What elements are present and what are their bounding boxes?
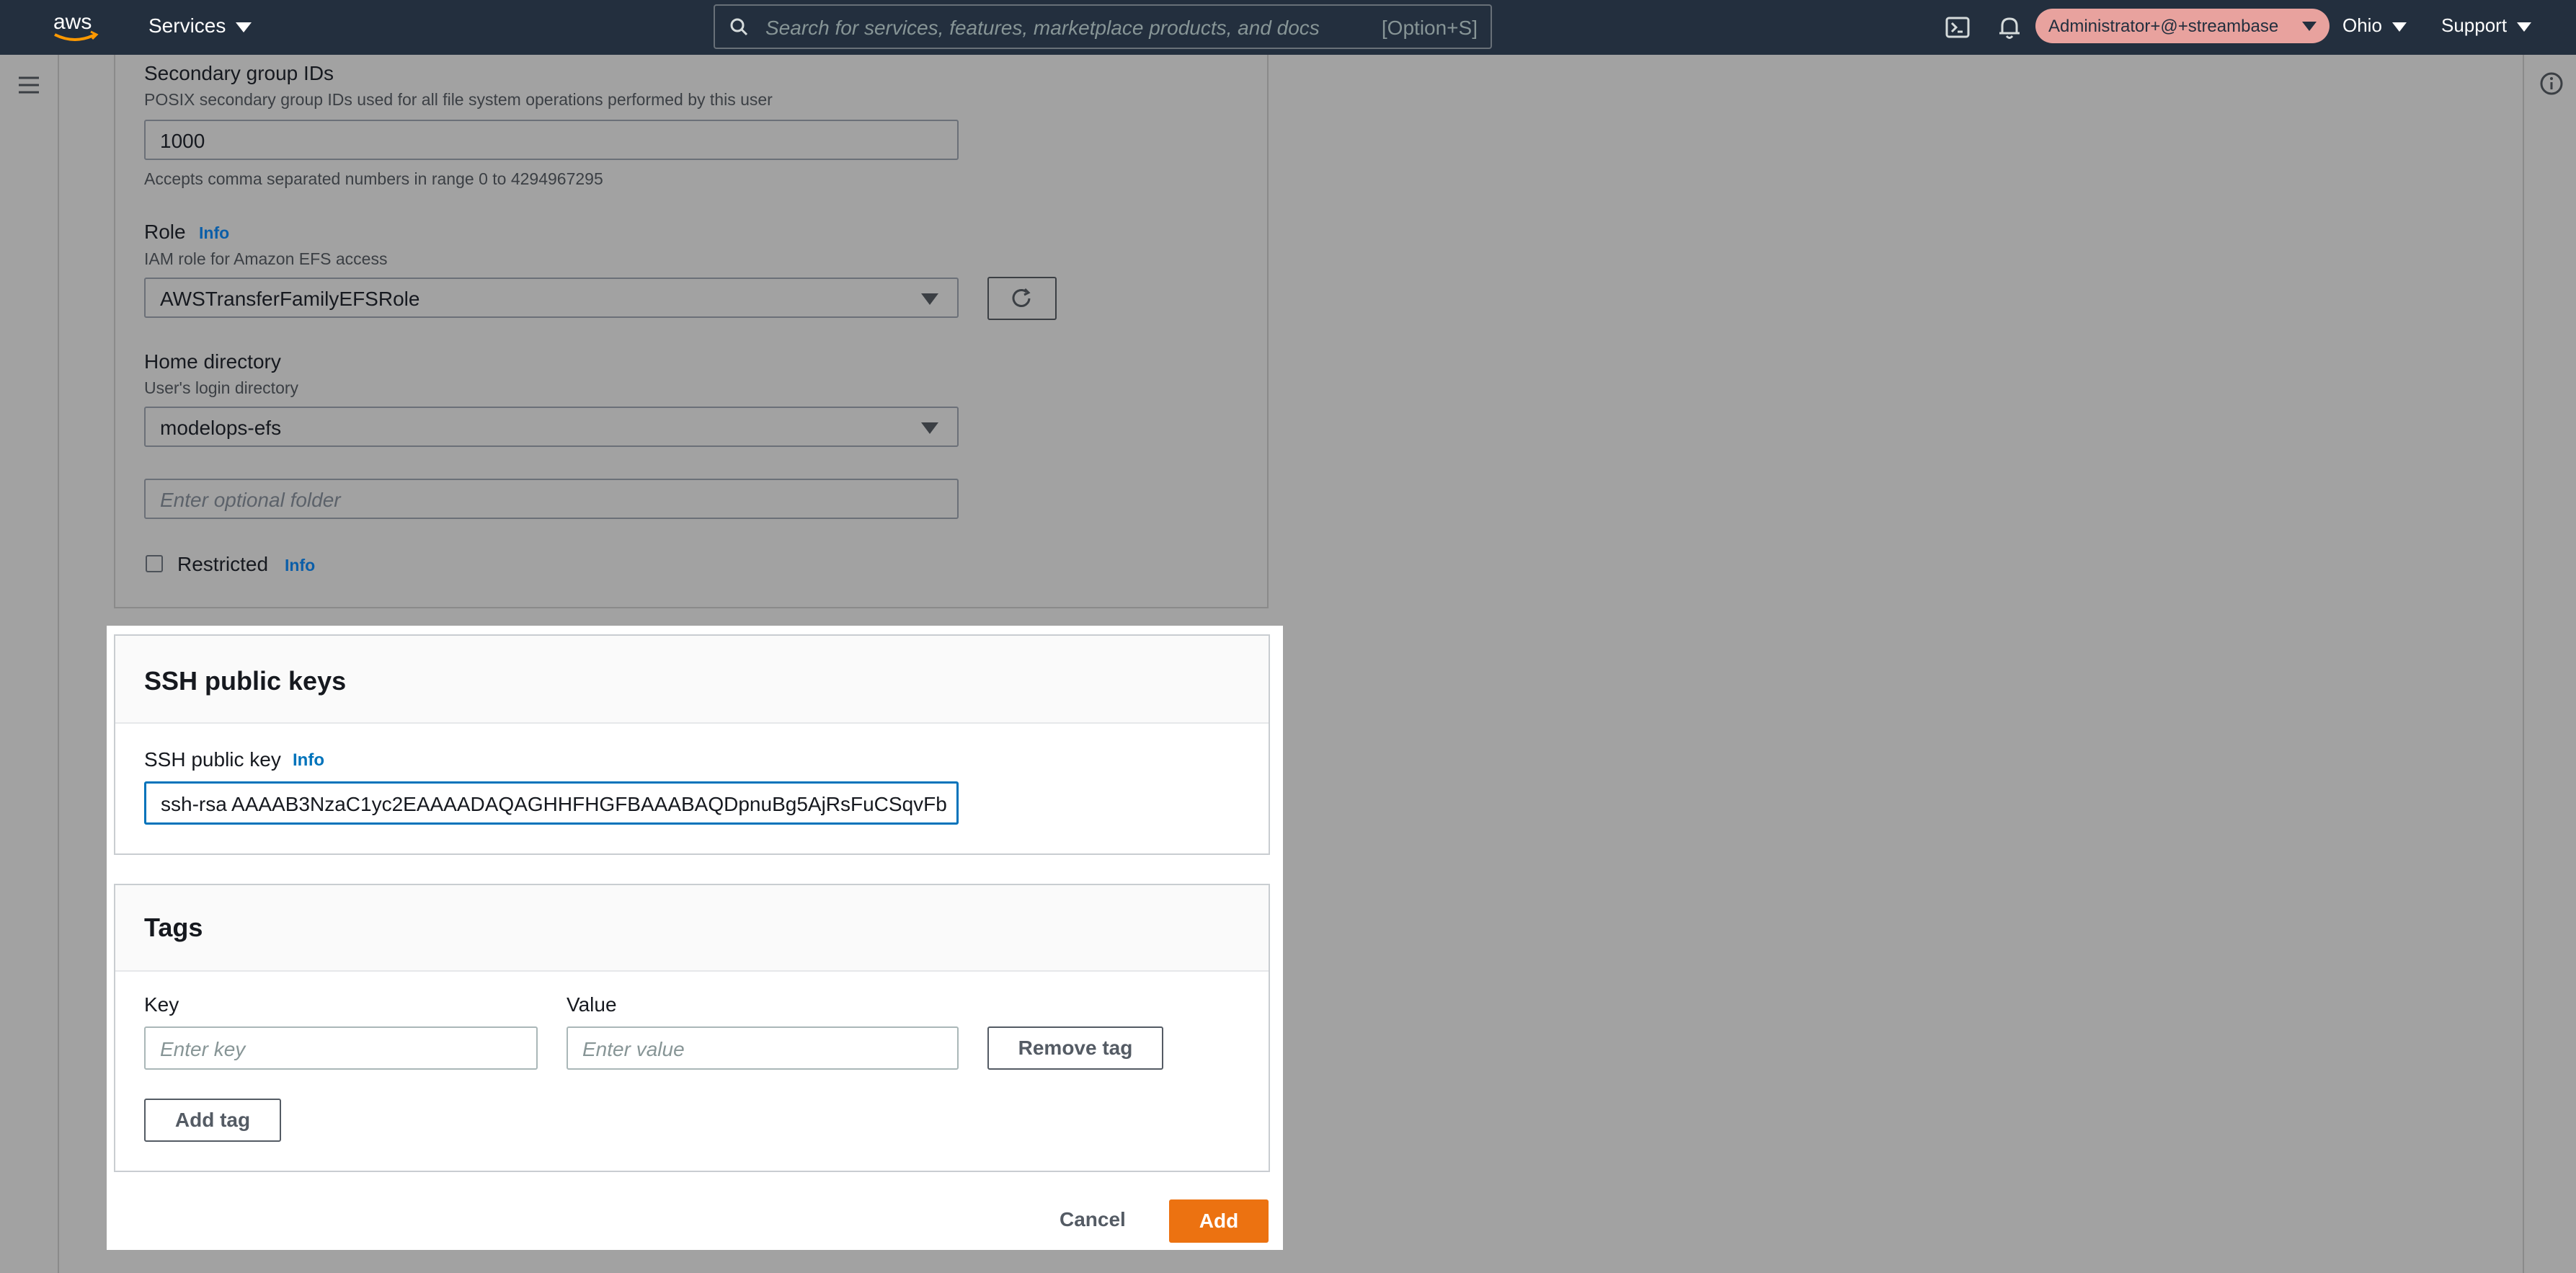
side-navigation-rail: [0, 55, 59, 1273]
ssh-key-label: SSH public key: [144, 748, 281, 771]
role-select[interactable]: AWSTransferFamilyEFSRole: [144, 278, 959, 318]
search-icon: [730, 18, 748, 36]
services-menu[interactable]: Services: [148, 14, 252, 37]
tags-title: Tags: [144, 913, 203, 942]
chevron-down-icon: [2517, 22, 2532, 32]
remove-tag-button[interactable]: Remove tag: [987, 1026, 1163, 1070]
ssh-key-input[interactable]: ssh-rsa AAAAB3NzaC1yc2EAAAADAQAGHHFHGFBA…: [144, 781, 959, 825]
chevron-down-icon: [921, 293, 938, 305]
aws-logo-text: aws: [53, 10, 92, 34]
refresh-icon: [1012, 288, 1031, 307]
support-label: Support: [2441, 14, 2508, 36]
role-info-link[interactable]: Info: [199, 223, 229, 243]
chevron-down-icon: [2302, 22, 2317, 31]
ssh-keys-title: SSH public keys: [144, 666, 347, 696]
refresh-roles-button[interactable]: [987, 277, 1057, 320]
tags-card-header: [115, 885, 1269, 972]
role-description: IAM role for Amazon EFS access: [144, 249, 388, 268]
tag-value-label: Value: [567, 993, 617, 1016]
role-label: Role: [144, 221, 186, 243]
chevron-down-icon: [921, 422, 938, 434]
secondary-gid-constraint: Accepts comma separated numbers in range…: [144, 169, 603, 188]
tag-key-input[interactable]: Enter key: [144, 1026, 538, 1070]
account-label: Administrator+@+streambase: [2048, 17, 2279, 36]
restricted-checkbox[interactable]: [146, 555, 163, 572]
home-directory-label: Home directory: [144, 350, 281, 373]
secondary-gid-input[interactable]: 1000: [144, 120, 959, 160]
tag-value-input[interactable]: Enter value: [567, 1026, 959, 1070]
chevron-down-icon: [2391, 22, 2407, 32]
home-directory-select[interactable]: modelops-efs: [144, 407, 959, 447]
aws-logo[interactable]: aws: [50, 6, 101, 46]
optional-folder-input[interactable]: Enter optional folder: [144, 479, 959, 519]
chevron-down-icon: [236, 22, 252, 32]
secondary-gid-value: 1000: [160, 130, 205, 152]
search-input[interactable]: Search for services, features, marketpla…: [714, 4, 1492, 49]
tag-key-placeholder: Enter key: [160, 1038, 246, 1060]
account-menu[interactable]: Administrator+@+streambase: [2035, 9, 2329, 43]
add-button[interactable]: Add: [1169, 1199, 1269, 1243]
search-placeholder: Search for services, features, marketpla…: [765, 17, 1320, 39]
menu-icon[interactable]: [14, 72, 43, 98]
region-label: Ohio: [2342, 14, 2382, 36]
cancel-button[interactable]: Cancel: [1060, 1208, 1126, 1231]
region-menu[interactable]: Ohio: [2342, 14, 2407, 37]
tools-rail: [2523, 55, 2576, 1273]
add-tag-button[interactable]: Add tag: [144, 1099, 281, 1142]
ssh-key-value: ssh-rsa AAAAB3NzaC1yc2EAAAADAQAGHHFHGFBA…: [161, 793, 946, 815]
home-directory-value: modelops-efs: [160, 417, 282, 439]
search-shortcut: [Option+S]: [1381, 17, 1478, 39]
home-directory-description: User's login directory: [144, 378, 299, 397]
secondary-gid-label: Secondary group IDs: [144, 62, 334, 84]
ssh-key-info-link[interactable]: Info: [293, 750, 324, 771]
restricted-info-link[interactable]: Info: [285, 556, 315, 575]
secondary-gid-description: POSIX secondary group IDs used for all f…: [144, 90, 773, 109]
role-value: AWSTransferFamilyEFSRole: [160, 288, 420, 310]
info-icon[interactable]: [2539, 71, 2564, 97]
tag-value-placeholder: Enter value: [582, 1038, 685, 1060]
services-label: Services: [148, 14, 226, 37]
cloudshell-icon[interactable]: [1943, 13, 1972, 42]
support-menu[interactable]: Support: [2441, 14, 2532, 37]
restricted-label: Restricted: [177, 553, 269, 575]
tag-key-label: Key: [144, 993, 179, 1016]
optional-folder-placeholder: Enter optional folder: [160, 489, 341, 511]
bell-icon[interactable]: [1995, 13, 2024, 42]
